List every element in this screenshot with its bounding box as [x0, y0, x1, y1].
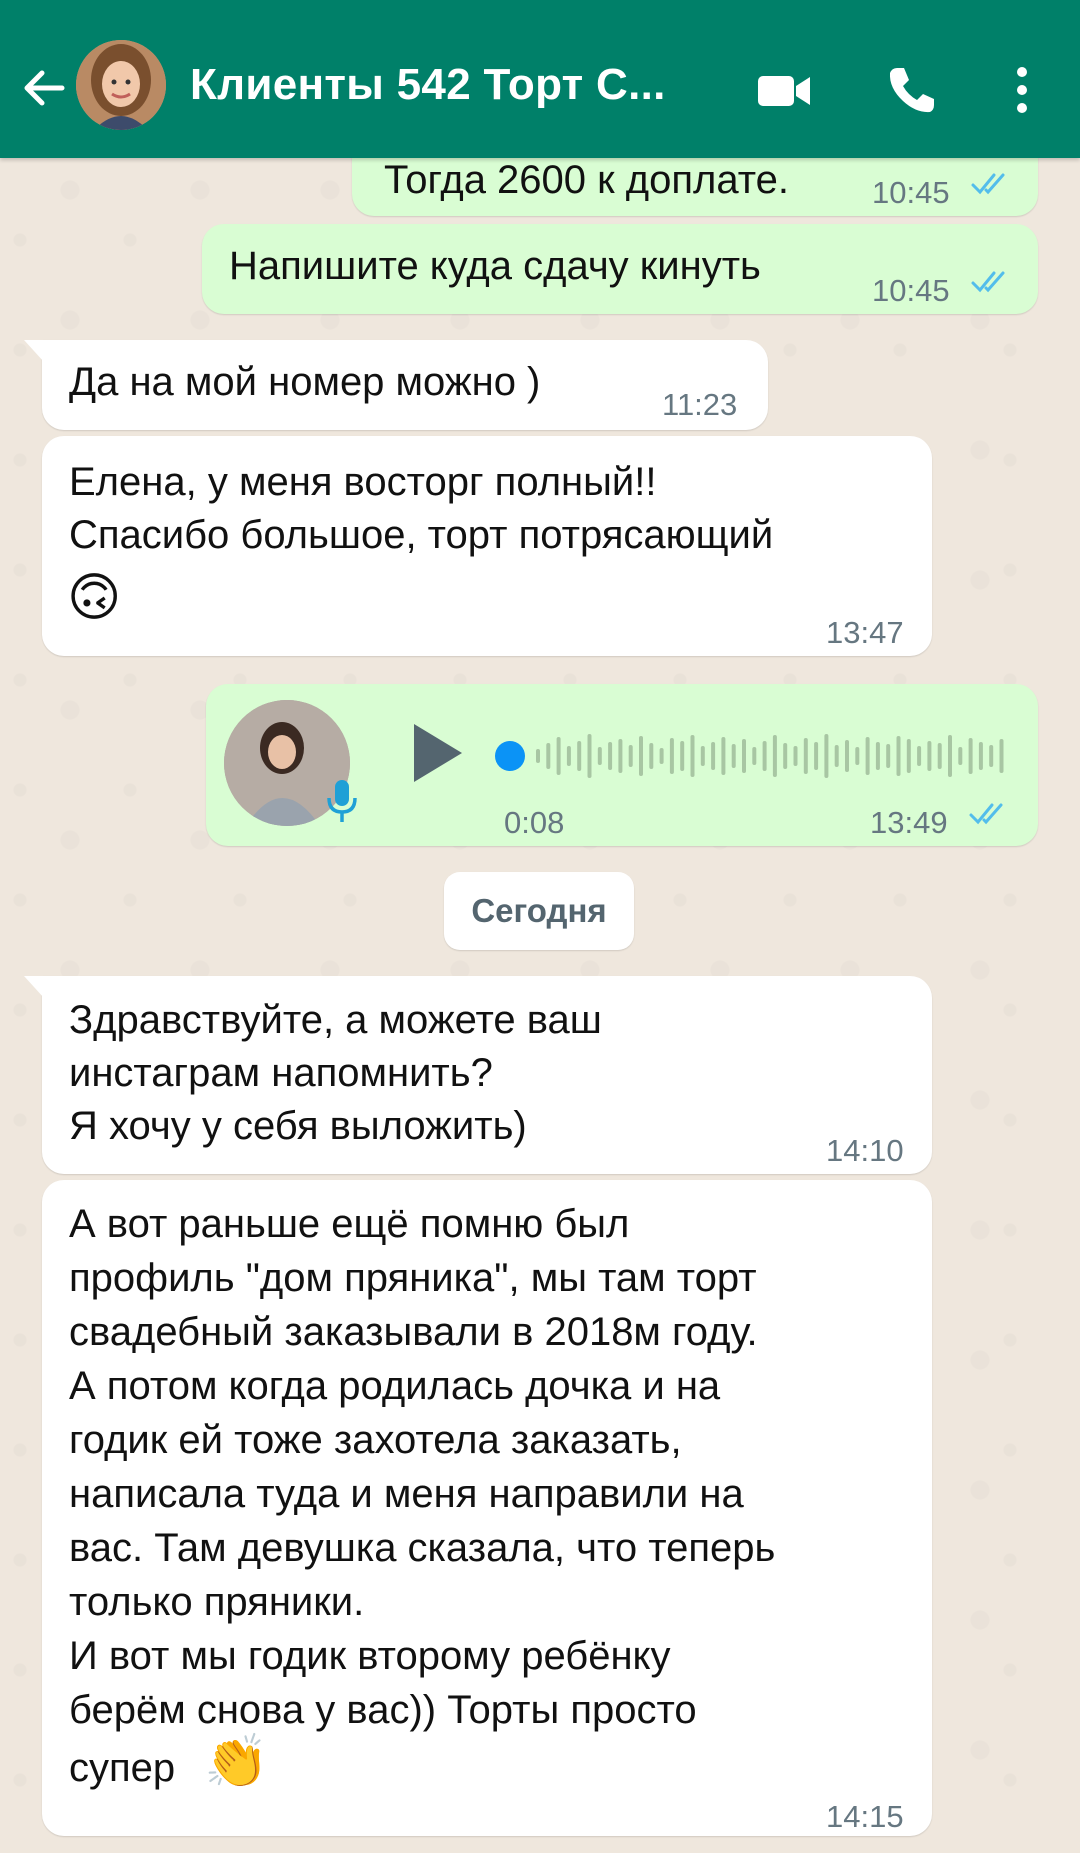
message-time: 13:47 [826, 615, 904, 650]
waveform-bar [989, 745, 994, 767]
message-text: Да на мой номер можно ) [69, 360, 541, 404]
waveform-bar [793, 746, 798, 766]
waveform-bar [978, 742, 983, 770]
message-text: Здравствуйте, а можете ваш [69, 998, 602, 1042]
message-text: берём снова у вас)) Торты просто [69, 1688, 697, 1732]
waveform-bar [700, 746, 705, 766]
message-text: супер [69, 1746, 176, 1790]
waveform-bar [999, 739, 1004, 773]
message-bubble-incoming[interactable]: Елена, у меня восторг полный!! Спасибо б… [42, 436, 932, 656]
waveform-bar [968, 738, 973, 774]
waveform-bar [762, 741, 767, 771]
waveform-bar [721, 737, 726, 775]
waveform-bar [896, 736, 901, 776]
waveform-bar [803, 738, 808, 774]
emoji: 🙃 [67, 569, 122, 627]
waveform-bar [783, 743, 788, 769]
message-text: написала туда и меня направили на [69, 1472, 744, 1516]
waveform-bar [731, 744, 736, 768]
waveform-bar [659, 748, 664, 764]
message-bubble-outgoing[interactable]: Напишите куда сдачу кинуть 10:45 [202, 224, 1038, 314]
waveform-bar [845, 740, 849, 772]
chat-header: Клиенты 542 Торт С... [0, 0, 1080, 158]
waveform-bar [546, 743, 551, 769]
contact-avatar[interactable] [76, 40, 166, 130]
waveform-bar [752, 747, 757, 765]
more-vert-icon[interactable] [1000, 58, 1044, 122]
message-text: Напишите куда сдачу кинуть [229, 244, 761, 288]
waveform-bar [577, 741, 582, 771]
arrow-back-icon[interactable] [18, 62, 70, 114]
voice-progress-dot [495, 741, 525, 771]
waveform-bar [834, 745, 839, 767]
date-separator: Сегодня [444, 872, 634, 950]
waveform-bar [875, 742, 880, 770]
waveform-bar [536, 749, 540, 763]
mic-icon [327, 780, 357, 822]
waveform-bar [649, 743, 654, 769]
message-text: профиль "дом пряника", мы там торт [69, 1256, 757, 1300]
voice-waveform[interactable] [484, 724, 1024, 788]
waveform-bar [566, 746, 571, 766]
waveform-bar [814, 742, 819, 770]
waveform-bar [927, 741, 932, 771]
voice-duration: 0:08 [504, 805, 565, 840]
waveform-bar [711, 742, 716, 770]
message-text: А вот раньше ещё помню был [69, 1202, 630, 1246]
message-text: годик ей тоже захотела заказать, [69, 1418, 682, 1462]
message-time: 13:49 [870, 805, 948, 840]
waveform-bar [958, 747, 963, 765]
read-ticks-icon [971, 173, 1005, 195]
chat-title[interactable]: Клиенты 542 Торт С... [190, 60, 666, 110]
play-icon[interactable] [406, 720, 466, 786]
waveform-bar [742, 739, 746, 773]
waveform-bar [597, 747, 602, 765]
message-text: вас. Там девушка сказала, что теперь [69, 1526, 776, 1570]
waveform-bar [618, 739, 623, 773]
waveform-bar [865, 737, 870, 775]
waveform-bar [937, 743, 942, 769]
message-text: И вот мы годик второму ребёнку [69, 1634, 671, 1678]
waveform-bar [587, 734, 592, 778]
waveform-bar [772, 735, 777, 777]
message-bubble-incoming[interactable]: Здравствуйте, а можете ваш инстаграм нап… [42, 976, 932, 1174]
waveform-bar [669, 738, 674, 774]
message-text: инстаграм напомнить? [69, 1051, 493, 1095]
message-text: Елена, у меня восторг полный!! [69, 460, 657, 504]
video-call-icon[interactable] [752, 58, 816, 122]
message-text: А потом когда родилась дочка и на [69, 1364, 721, 1408]
voice-message-bubble[interactable]: 0:08 13:49 [206, 684, 1038, 846]
read-ticks-icon [969, 803, 1003, 825]
message-time: 14:15 [826, 1799, 904, 1834]
bubble-tail [24, 340, 44, 362]
message-time: 10:45 [872, 273, 950, 308]
message-time: 14:10 [826, 1133, 904, 1168]
phone-icon[interactable] [880, 58, 944, 122]
waveform-bar [628, 745, 633, 767]
message-bubble-incoming[interactable]: Да на мой номер можно ) 11:23 [42, 340, 768, 430]
message-text: Спасибо большое, торт потрясающий [69, 513, 774, 557]
waveform-bar [824, 734, 829, 778]
waveform-bar [855, 747, 860, 765]
waveform-bar [556, 737, 561, 775]
message-bubble-incoming[interactable]: А вот раньше ещё помню был профиль "дом … [42, 1180, 932, 1836]
waveform-bar [639, 736, 643, 776]
waveform-bar [906, 739, 911, 773]
waveform-bar [680, 741, 685, 771]
waveform-bar [690, 735, 695, 777]
read-ticks-icon [971, 271, 1005, 293]
message-text: свадебный заказывали в 2018м году. [69, 1310, 758, 1354]
waveform-bar [886, 744, 891, 768]
message-time: 10:45 [872, 175, 950, 210]
message-text: Я хочу у себя выложить) [69, 1104, 527, 1148]
message-text: Тогда 2600 к доплате. [384, 158, 789, 202]
waveform-bar [917, 746, 922, 766]
emoji: 👏 [204, 1733, 269, 1791]
waveform-bar [608, 742, 613, 770]
bubble-tail [24, 976, 44, 998]
waveform-bar [948, 735, 952, 777]
message-text: только пряники. [69, 1580, 365, 1624]
message-time: 11:23 [662, 387, 738, 422]
